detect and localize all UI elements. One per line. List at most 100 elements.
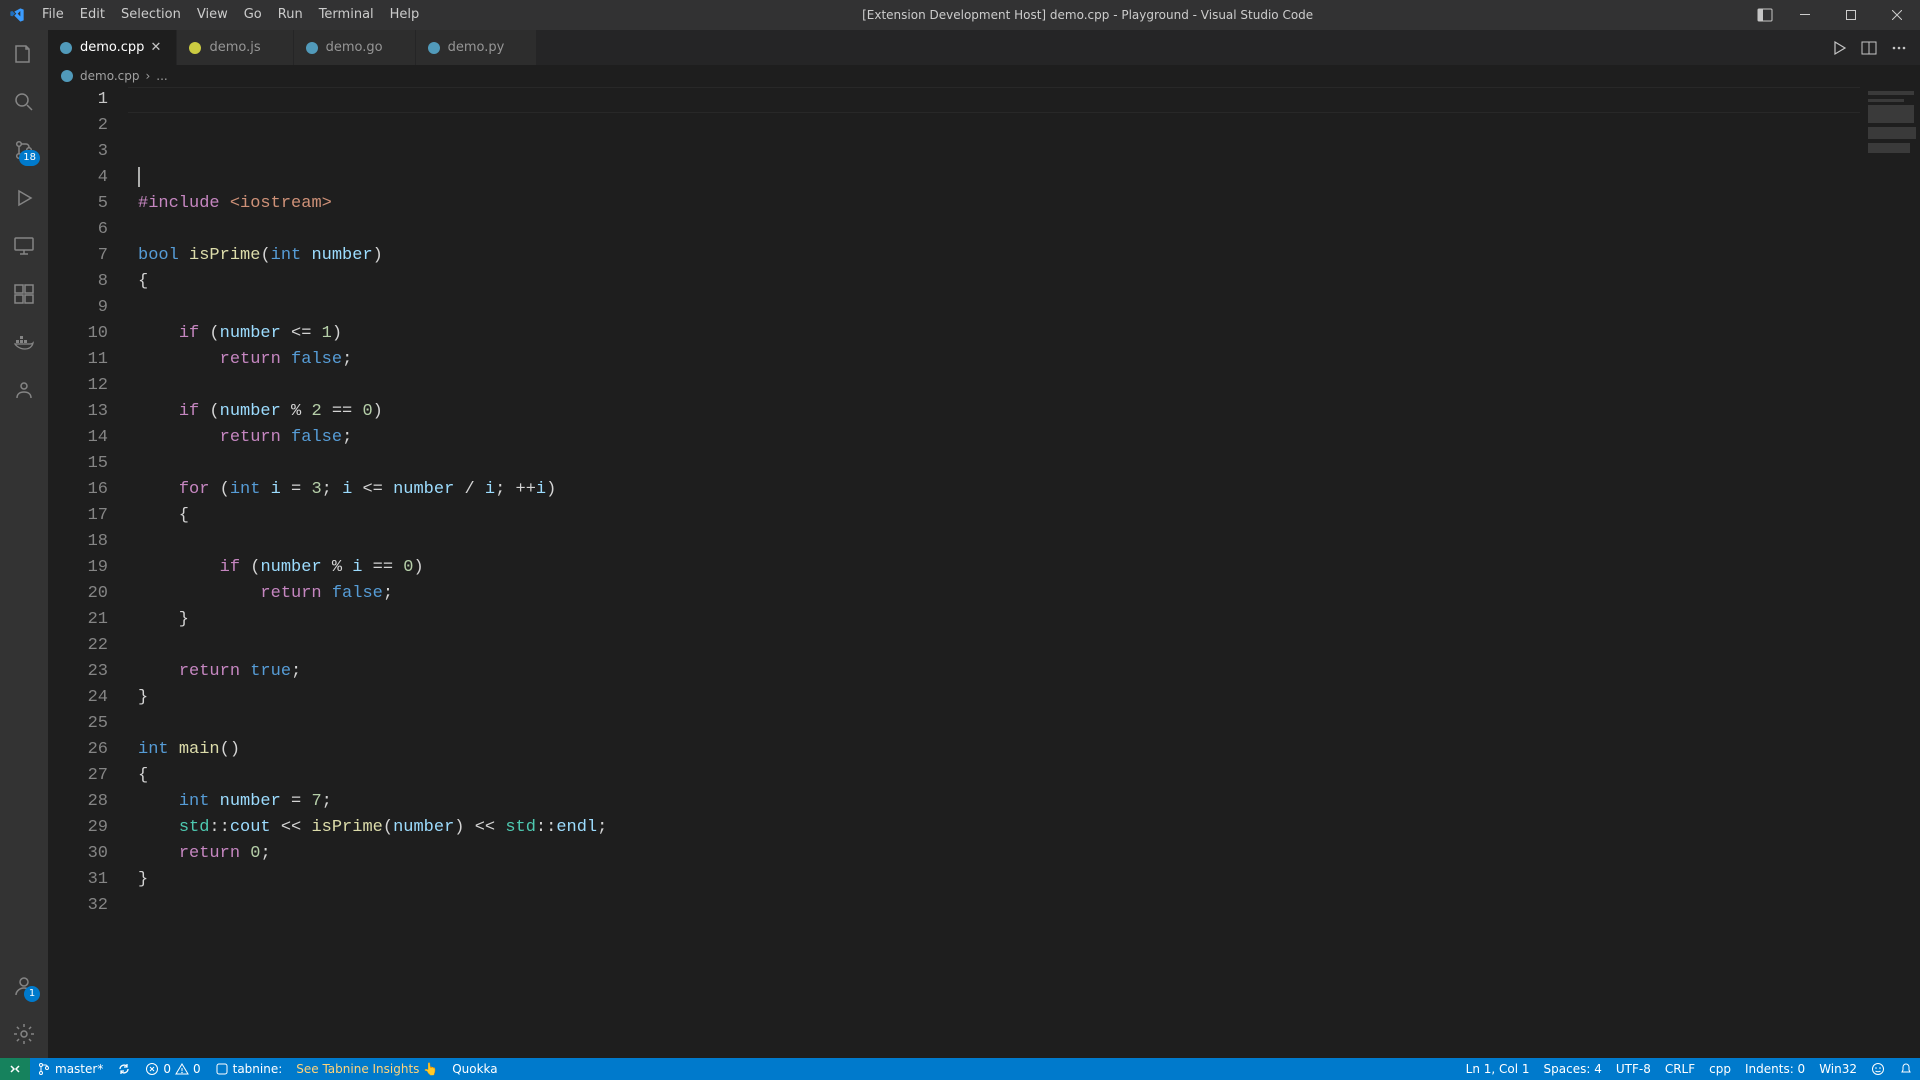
git-branch-icon bbox=[37, 1062, 51, 1076]
code-line[interactable] bbox=[138, 217, 1860, 243]
run-debug-icon[interactable] bbox=[0, 174, 48, 222]
editor-body[interactable]: 1234567891011121314151617181920212223242… bbox=[48, 87, 1920, 1058]
platform[interactable]: Win32 bbox=[1812, 1058, 1864, 1080]
minimize-button[interactable] bbox=[1782, 0, 1828, 30]
source-control-icon[interactable]: 18 bbox=[0, 126, 48, 174]
git-sync[interactable] bbox=[110, 1058, 138, 1080]
accounts-icon[interactable]: 1 bbox=[0, 962, 48, 1010]
eol[interactable]: CRLF bbox=[1658, 1058, 1702, 1080]
indentation-label: Spaces: 4 bbox=[1544, 1062, 1602, 1076]
code-line[interactable] bbox=[138, 529, 1860, 555]
code-line[interactable]: } bbox=[138, 607, 1860, 633]
scm-badge: 18 bbox=[19, 150, 40, 166]
code-line[interactable]: if (number <= 1) bbox=[138, 321, 1860, 347]
code-line[interactable] bbox=[138, 295, 1860, 321]
line-number: 15 bbox=[48, 451, 108, 477]
close-button[interactable] bbox=[1874, 0, 1920, 30]
notifications-icon[interactable] bbox=[1892, 1058, 1920, 1080]
line-number: 2 bbox=[48, 113, 108, 139]
quokka-status[interactable]: Quokka bbox=[445, 1058, 504, 1080]
indents-count[interactable]: Indents: 0 bbox=[1738, 1058, 1812, 1080]
code-line[interactable]: for (int i = 3; i <= number / i; ++i) bbox=[138, 477, 1860, 503]
menu-go[interactable]: Go bbox=[236, 0, 270, 30]
menu-terminal[interactable]: Terminal bbox=[311, 0, 382, 30]
tab-demo-cpp[interactable]: demo.cpp✕ bbox=[48, 30, 177, 65]
more-actions-icon[interactable] bbox=[1888, 37, 1910, 59]
minimap[interactable] bbox=[1860, 87, 1920, 1058]
line-number: 28 bbox=[48, 789, 108, 815]
code-line[interactable]: int main() bbox=[138, 737, 1860, 763]
code-line[interactable]: } bbox=[138, 685, 1860, 711]
code-line[interactable] bbox=[138, 451, 1860, 477]
run-icon[interactable] bbox=[1828, 37, 1850, 59]
language-label: cpp bbox=[1709, 1062, 1731, 1076]
settings-gear-icon[interactable] bbox=[0, 1010, 48, 1058]
code-line[interactable]: return true; bbox=[138, 659, 1860, 685]
code-line[interactable]: if (number % i == 0) bbox=[138, 555, 1860, 581]
code-line[interactable]: return false; bbox=[138, 581, 1860, 607]
code-line[interactable]: if (number % 2 == 0) bbox=[138, 399, 1860, 425]
menu-run[interactable]: Run bbox=[270, 0, 311, 30]
live-share-icon[interactable] bbox=[0, 366, 48, 414]
menu-help[interactable]: Help bbox=[382, 0, 428, 30]
tabnine-insights[interactable]: See Tabnine Insights 👆 bbox=[289, 1058, 445, 1080]
code-line[interactable]: std::cout << isPrime(number) << std::end… bbox=[138, 815, 1860, 841]
chevron-right-icon: › bbox=[145, 69, 150, 83]
split-editor-icon[interactable] bbox=[1858, 37, 1880, 59]
encoding[interactable]: UTF-8 bbox=[1609, 1058, 1658, 1080]
cpp-file-icon bbox=[58, 40, 74, 56]
code-line[interactable]: } bbox=[138, 867, 1860, 893]
code-line[interactable] bbox=[138, 893, 1860, 919]
code-line[interactable]: return 0; bbox=[138, 841, 1860, 867]
menu-view[interactable]: View bbox=[189, 0, 236, 30]
line-number: 5 bbox=[48, 191, 108, 217]
code-line[interactable] bbox=[138, 165, 1860, 191]
js-file-icon bbox=[187, 40, 203, 56]
language-mode[interactable]: cpp bbox=[1702, 1058, 1738, 1080]
tabnine-status[interactable]: tabnine: bbox=[208, 1058, 290, 1080]
tab-demo-py[interactable]: demo.py✕ bbox=[416, 30, 538, 65]
error-icon bbox=[145, 1062, 159, 1076]
code-line[interactable]: { bbox=[138, 503, 1860, 529]
remote-indicator[interactable] bbox=[0, 1058, 30, 1080]
maximize-button[interactable] bbox=[1828, 0, 1874, 30]
code-line[interactable] bbox=[138, 919, 1860, 945]
code-line[interactable]: int number = 7; bbox=[138, 789, 1860, 815]
close-icon[interactable]: ✕ bbox=[150, 40, 166, 55]
git-branch[interactable]: master* bbox=[30, 1058, 110, 1080]
docker-icon[interactable] bbox=[0, 318, 48, 366]
indentation[interactable]: Spaces: 4 bbox=[1537, 1058, 1609, 1080]
breadcrumbs[interactable]: demo.cpp › ... bbox=[48, 65, 1920, 87]
code-line[interactable] bbox=[138, 633, 1860, 659]
feedback-icon[interactable] bbox=[1864, 1058, 1892, 1080]
line-number: 8 bbox=[48, 269, 108, 295]
code-line[interactable]: { bbox=[138, 269, 1860, 295]
remote-explorer-icon[interactable] bbox=[0, 222, 48, 270]
line-number: 25 bbox=[48, 711, 108, 737]
code-line[interactable] bbox=[138, 971, 1860, 997]
code-line[interactable]: return false; bbox=[138, 347, 1860, 373]
layout-toggle-icon[interactable] bbox=[1748, 0, 1782, 30]
code-line[interactable]: return false; bbox=[138, 425, 1860, 451]
menu-edit[interactable]: Edit bbox=[72, 0, 113, 30]
search-icon[interactable] bbox=[0, 78, 48, 126]
indents-label: Indents: 0 bbox=[1745, 1062, 1805, 1076]
code-line[interactable] bbox=[138, 945, 1860, 971]
code-line[interactable]: #include <iostream> bbox=[138, 191, 1860, 217]
menu-file[interactable]: File bbox=[34, 0, 72, 30]
code-line[interactable]: bool isPrime(int number) bbox=[138, 243, 1860, 269]
code-area[interactable]: #include <iostream> bool isPrime(int numb… bbox=[128, 87, 1860, 1058]
line-number: 29 bbox=[48, 815, 108, 841]
cursor-position[interactable]: Ln 1, Col 1 bbox=[1459, 1058, 1537, 1080]
menu-selection[interactable]: Selection bbox=[113, 0, 189, 30]
tab-demo-js[interactable]: demo.js✕ bbox=[177, 30, 293, 65]
extensions-icon[interactable] bbox=[0, 270, 48, 318]
code-line[interactable]: { bbox=[138, 763, 1860, 789]
error-count: 0 bbox=[163, 1062, 171, 1076]
code-line[interactable] bbox=[138, 373, 1860, 399]
explorer-icon[interactable] bbox=[0, 30, 48, 78]
vscode-logo-icon bbox=[0, 7, 34, 23]
problems[interactable]: 0 0 bbox=[138, 1058, 207, 1080]
tab-demo-go[interactable]: demo.go✕ bbox=[294, 30, 416, 65]
code-line[interactable] bbox=[138, 711, 1860, 737]
